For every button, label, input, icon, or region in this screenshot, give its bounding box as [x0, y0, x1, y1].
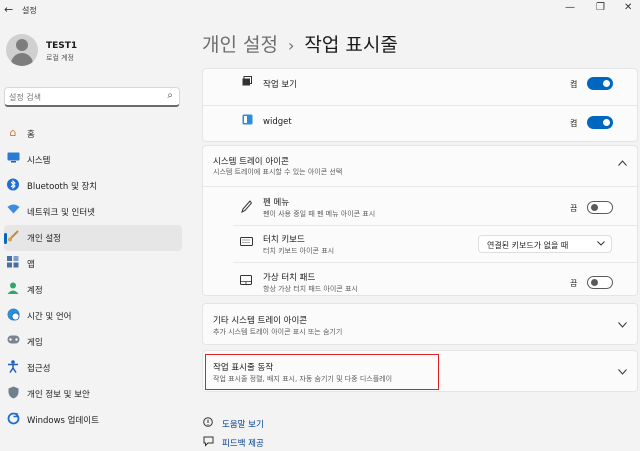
breadcrumb: 개인 설정 › 작업 표시줄 [202, 30, 398, 57]
globe-clock-icon [6, 308, 20, 322]
title-bar: ← 설정 — ❐ ✕ [0, 0, 640, 20]
gamepad-icon [6, 334, 20, 348]
user-name: TEST1 [46, 41, 78, 51]
chevron-down-icon [597, 239, 605, 248]
virtual-touchpad-toggle[interactable] [587, 276, 613, 289]
task-view-toggle[interactable] [587, 77, 613, 90]
sidebar-item-home[interactable]: ⌂ 홈 [4, 121, 182, 147]
sidebar-item-privacy[interactable]: 개인 정보 및 보안 [4, 381, 182, 407]
pen-menu-title: 펜 메뉴 [263, 198, 290, 208]
sidebar-item-personalization[interactable]: 개인 설정 [4, 225, 182, 251]
task-view-icon [240, 76, 254, 89]
search-icon[interactable]: ⌕ [167, 90, 173, 101]
virtual-touchpad-title: 가상 터치 패드 [263, 273, 316, 283]
sidebar-item-label: 개인 정보 및 보안 [27, 390, 90, 400]
maximize-icon[interactable]: ❐ [596, 2, 605, 13]
sidebar-item-label: 네트워크 및 인터넷 [27, 208, 95, 218]
pen-menu-toggle[interactable] [587, 201, 613, 214]
feedback-text[interactable]: 피드백 제공 [222, 437, 264, 449]
widget-toggle[interactable] [587, 116, 613, 129]
sidebar-item-label: 시간 및 언어 [27, 312, 72, 322]
sidebar-item-label: 게임 [27, 338, 43, 348]
breadcrumb-parent[interactable]: 개인 설정 [202, 34, 278, 56]
sidebar-item-accounts[interactable]: 계정 [4, 277, 182, 303]
back-arrow-icon[interactable]: ← [4, 3, 13, 16]
task-view-state: 켬 [570, 80, 578, 89]
help-icon [202, 417, 214, 431]
minimize-icon[interactable]: — [565, 2, 575, 13]
widget-state: 켬 [570, 119, 578, 128]
feedback-icon [202, 436, 214, 450]
sidebar-item-label: 계정 [27, 286, 43, 296]
get-help-text[interactable]: 도움말 보기 [222, 418, 264, 430]
sidebar-nav: ⌂ 홈 시스템 Bluetooth 및 장치 네트워크 및 인터넷 개인 설정 … [0, 121, 186, 433]
wifi-icon [6, 204, 20, 218]
keyboard-icon [239, 237, 253, 249]
avatar [6, 34, 38, 66]
pen-menu-subtitle: 펜이 사용 중일 때 펜 메뉴 아이콘 표시 [263, 210, 376, 218]
accessibility-icon [6, 360, 20, 374]
sidebar-item-label: 홈 [27, 130, 35, 140]
other-tray-subtitle: 추가 시스템 트레이 아이콘 표시 또는 숨기기 [213, 328, 343, 336]
bluetooth-icon [6, 178, 20, 192]
sidebar-item-system[interactable]: 시스템 [4, 147, 182, 173]
sidebar-item-label: Windows 업데이트 [27, 416, 99, 426]
highlight-box [205, 354, 439, 390]
taskbar-items-card: 작업 보기 켬 widget 켬 [202, 68, 638, 142]
other-tray-card[interactable]: 기타 시스템 트레이 아이콘 추가 시스템 트레이 아이콘 표시 또는 숨기기 [202, 303, 638, 345]
close-icon[interactable]: ✕ [624, 2, 632, 13]
widget-label: widget [263, 117, 292, 127]
sidebar-item-windows-update[interactable]: Windows 업데이트 [4, 407, 182, 433]
sidebar-item-apps[interactable]: 앱 [4, 251, 182, 277]
sidebar-item-label: 접근성 [27, 364, 51, 374]
chevron-down-icon[interactable] [618, 367, 627, 378]
system-tray-subtitle: 시스템 트레이에 표시할 수 있는 아이콘 선택 [213, 168, 343, 176]
sidebar-item-time-language[interactable]: 시간 및 언어 [4, 303, 182, 329]
sidebar-item-gaming[interactable]: 게임 [4, 329, 182, 355]
search-box[interactable]: ⌕ [4, 87, 180, 107]
other-tray-title: 기타 시스템 트레이 아이콘 [213, 316, 308, 326]
sidebar-item-network[interactable]: 네트워크 및 인터넷 [4, 199, 182, 225]
monitor-icon [6, 152, 20, 166]
chevron-up-icon[interactable] [618, 158, 627, 169]
touch-keyboard-subtitle: 터치 키보드 아이콘 표시 [263, 247, 335, 255]
virtual-touchpad-state: 끔 [570, 279, 578, 288]
sidebar-item-bluetooth[interactable]: Bluetooth 및 장치 [4, 173, 182, 199]
virtual-touchpad-subtitle: 항상 가상 터치 패드 아이콘 표시 [263, 285, 358, 293]
shield-icon [6, 386, 20, 400]
pen-icon [239, 200, 253, 216]
sidebar-item-accessibility[interactable]: 접근성 [4, 355, 182, 381]
sidebar-item-label: 앱 [27, 260, 35, 270]
update-icon [6, 412, 20, 426]
system-tray-card: 시스템 트레이 아이콘 시스템 트레이에 표시할 수 있는 아이콘 선택 펜 메… [202, 145, 639, 296]
pen-menu-state: 끔 [570, 204, 578, 213]
touch-keyboard-selected: 연결된 키보드가 없을 때 [487, 241, 569, 250]
widget-icon [240, 114, 254, 128]
sidebar-item-label: Bluetooth 및 장치 [27, 182, 98, 192]
person-icon [6, 282, 20, 296]
app-title: 설정 [22, 6, 37, 15]
touch-keyboard-dropdown[interactable]: 연결된 키보드가 없을 때 [478, 235, 612, 253]
apps-icon [6, 256, 20, 270]
sidebar: TEST1 로컬 계정 ⌕ ⌂ 홈 시스템 Bluetooth 및 장치 네트 [0, 20, 186, 451]
breadcrumb-separator: › [287, 36, 295, 55]
system-tray-title: 시스템 트레이 아이콘 [213, 157, 289, 167]
page-title: 작업 표시줄 [304, 34, 398, 56]
home-icon: ⌂ [9, 126, 17, 139]
chevron-down-icon[interactable] [618, 320, 627, 331]
sidebar-item-label: 시스템 [27, 156, 51, 166]
search-input[interactable] [9, 90, 159, 104]
brush-icon [6, 230, 20, 244]
account-type: 로컬 계정 [46, 54, 74, 62]
task-view-label: 작업 보기 [263, 80, 297, 90]
touchpad-icon [239, 275, 253, 288]
touch-keyboard-title: 터치 키보드 [263, 235, 305, 245]
sidebar-item-label: 개인 설정 [27, 234, 61, 244]
